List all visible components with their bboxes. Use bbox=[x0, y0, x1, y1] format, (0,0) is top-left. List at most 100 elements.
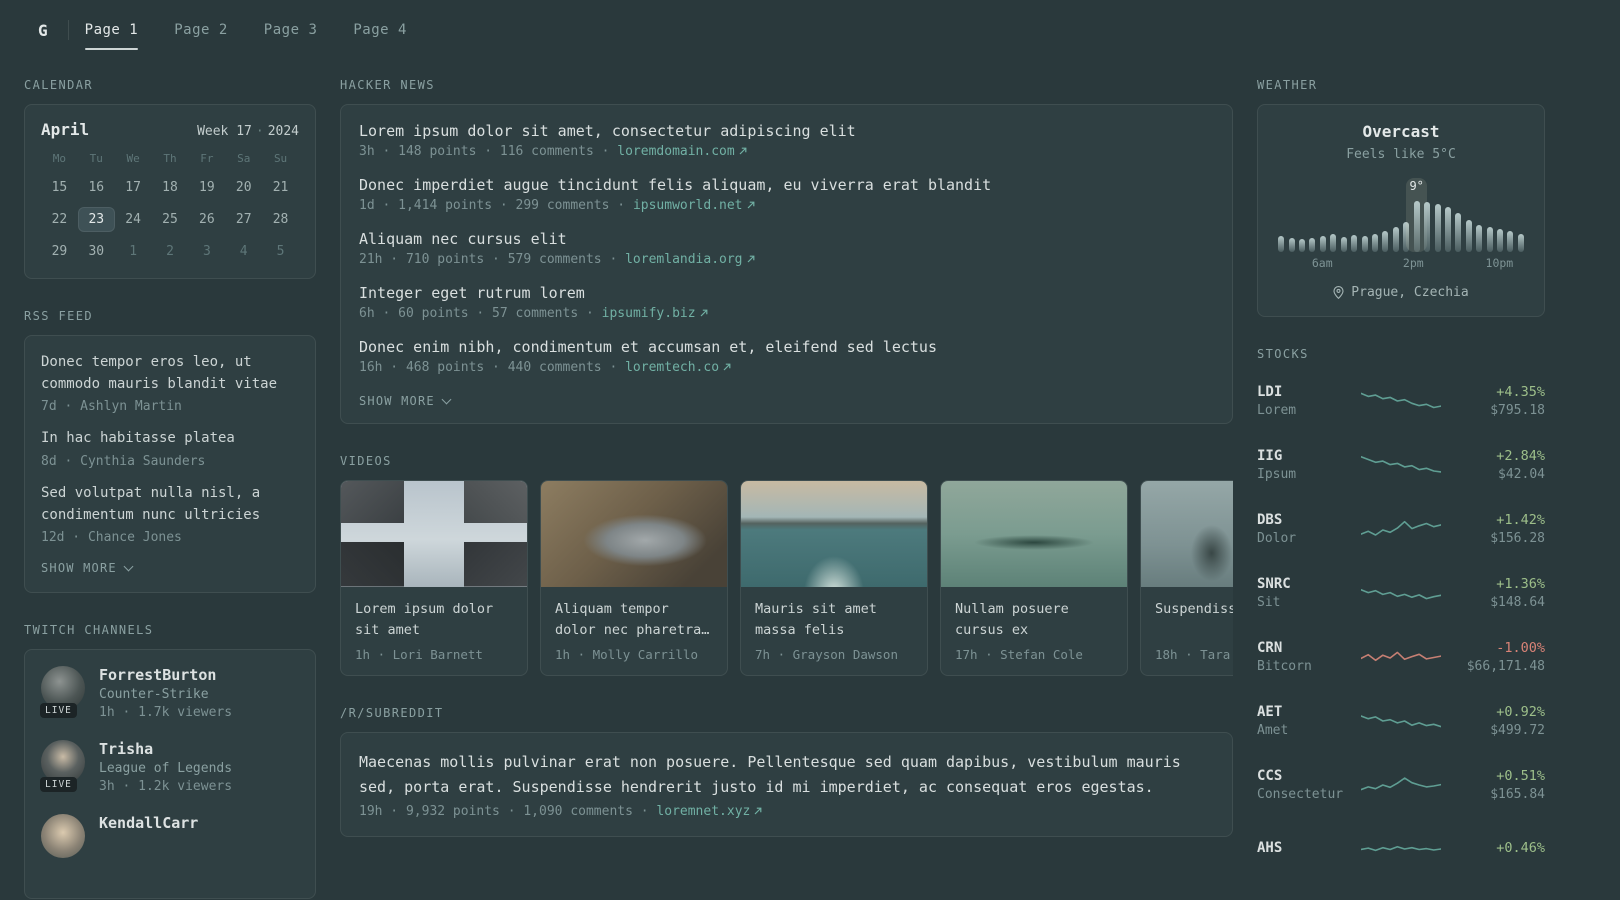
middle-column: HACKER NEWS Lorem ipsum dolor sit amet, … bbox=[340, 78, 1233, 867]
video-thumbnail[interactable] bbox=[741, 481, 927, 587]
reddit-post-domain[interactable]: loremnet.xyz bbox=[656, 804, 750, 819]
hackernews-item-domain[interactable]: loremdomain.com bbox=[617, 144, 734, 159]
rss-item: Donec tempor eros leo, ut commodo mauris… bbox=[41, 352, 299, 414]
external-link-icon bbox=[747, 198, 755, 213]
rss-card: Donec tempor eros leo, ut commodo mauris… bbox=[24, 335, 316, 594]
video-card[interactable]: Suspendisse diam 18h · Tara bbox=[1140, 480, 1233, 676]
calendar-day: 25 bbox=[162, 212, 178, 227]
hackernews-item-stats: 6h · 60 points · 57 comments · bbox=[359, 306, 594, 321]
location-pin-icon bbox=[1333, 286, 1344, 299]
stock-name: Amet bbox=[1257, 723, 1289, 738]
rss-show-more-label: SHOW MORE bbox=[41, 561, 117, 576]
channel-game: League of Legends bbox=[99, 761, 233, 777]
video-row: Lorem ipsum dolor sit amet consectetu… 1… bbox=[340, 480, 1233, 676]
hackernews-item-domain[interactable]: ipsumify.biz bbox=[602, 306, 696, 321]
rss-item-title[interactable]: Donec tempor eros leo, ut commodo mauris… bbox=[41, 352, 299, 395]
subreddit-widget: /R/SUBREDDIT Maecenas mollis pulvinar er… bbox=[340, 706, 1233, 837]
video-title[interactable]: Aliquam tempor dolor nec pharetra… bbox=[555, 599, 713, 641]
hackernews-item-title[interactable]: Donec imperdiet augue tincidunt felis al… bbox=[359, 176, 1214, 194]
video-card[interactable]: Aliquam tempor dolor nec pharetra… 1h · … bbox=[540, 480, 728, 676]
calendar-dow: Fr bbox=[200, 152, 214, 165]
tab-page-2[interactable]: Page 2 bbox=[174, 22, 228, 38]
video-card[interactable]: Mauris sit amet massa felis 7h · Grayson… bbox=[740, 480, 928, 676]
weather-location: Prague, Czechia bbox=[1274, 285, 1528, 300]
tab-page-1[interactable]: Page 1 bbox=[84, 22, 139, 50]
twitch-channel[interactable]: LIVE Trisha League of Legends 3h · 1.2k … bbox=[40, 740, 299, 794]
weather-location-text: Prague, Czechia bbox=[1351, 285, 1469, 300]
rss-item-title[interactable]: Sed volutpat nulla nisl, a condimentum n… bbox=[41, 483, 299, 526]
rss-item-meta: 12d · Chance Jones bbox=[41, 530, 182, 546]
stock-change: -1.00% bbox=[1496, 640, 1545, 656]
subreddit-card: Maecenas mollis pulvinar erat non posuer… bbox=[340, 732, 1233, 837]
rss-show-more-button[interactable]: SHOW MORE bbox=[41, 561, 134, 576]
weather-time-labels: 6am 2pm 10pm bbox=[1278, 256, 1524, 273]
external-link-icon bbox=[700, 306, 708, 321]
weather-bar bbox=[1319, 178, 1326, 252]
hackernews-item-domain[interactable]: loremtech.co bbox=[625, 360, 719, 375]
tab-page-3[interactable]: Page 3 bbox=[264, 22, 318, 38]
video-thumbnail[interactable] bbox=[1141, 481, 1233, 587]
avatar bbox=[41, 814, 85, 862]
dashboard: CALENDAR April Week 17 · 2024 Mo Tu We Th … bbox=[0, 60, 1620, 900]
twitch-channel[interactable]: KendallCarr bbox=[41, 814, 299, 862]
hackernews-item-meta: 16h · 468 points · 440 comments · loremt… bbox=[359, 360, 1214, 375]
hackernews-item: Integer eget rutrum lorem 6h · 60 points… bbox=[359, 284, 1214, 321]
video-title[interactable]: Nullam posuere cursus ex bbox=[955, 599, 1113, 641]
video-title[interactable]: Lorem ipsum dolor sit amet consectetu… bbox=[355, 599, 513, 641]
stock-name: Dolor bbox=[1257, 531, 1297, 546]
calendar-dow: Mo bbox=[52, 152, 67, 165]
weather-bar bbox=[1351, 178, 1358, 252]
hackernews-item-title[interactable]: Lorem ipsum dolor sit amet, consectetur … bbox=[359, 122, 1214, 140]
video-card[interactable]: Nullam posuere cursus ex 17h · Stefan Co… bbox=[940, 480, 1128, 676]
video-title[interactable]: Mauris sit amet massa felis bbox=[755, 599, 913, 641]
logo[interactable]: G bbox=[38, 21, 48, 40]
hackernews-item-title[interactable]: Integer eget rutrum lorem bbox=[359, 284, 1214, 302]
hackernews-item-domain[interactable]: loremlandia.org bbox=[625, 252, 742, 267]
hackernews-item-stats: 1d · 1,414 points · 299 comments · bbox=[359, 198, 626, 213]
calendar-month: April bbox=[41, 120, 90, 139]
videos-widget: VIDEOS Lorem ipsum dolor sit amet consec… bbox=[340, 454, 1233, 676]
video-title[interactable]: Suspendisse diam bbox=[1155, 599, 1233, 641]
stock-change: +0.51% bbox=[1496, 768, 1545, 784]
stock-price: $42.04 bbox=[1498, 467, 1545, 482]
stock-ticker: LDI bbox=[1257, 384, 1283, 400]
tab-page-4[interactable]: Page 4 bbox=[353, 22, 407, 38]
avatar: LIVE bbox=[40, 740, 85, 793]
twitch-section-title: TWITCH CHANNELS bbox=[24, 623, 154, 638]
hackernews-section-title: HACKER NEWS bbox=[340, 78, 435, 92]
twitch-channel[interactable]: LIVE ForrestBurton Counter-Strike 1h · 1… bbox=[40, 666, 299, 721]
channel-name[interactable]: KendallCarr bbox=[99, 814, 198, 832]
calendar-header: April Week 17 · 2024 bbox=[41, 120, 299, 139]
weather-condition: Overcast bbox=[1362, 122, 1440, 141]
hackernews-item-meta: 1d · 1,414 points · 299 comments · ipsum… bbox=[359, 198, 1214, 213]
reddit-post-title[interactable]: Maecenas mollis pulvinar erat non posuer… bbox=[359, 750, 1214, 800]
hackernews-show-more-label: SHOW MORE bbox=[359, 394, 435, 408]
videos-section-title: VIDEOS bbox=[340, 454, 392, 468]
channel-meta: 1h · 1.7k viewers bbox=[99, 705, 233, 721]
stock-price: $66,171.48 bbox=[1466, 659, 1545, 674]
weather-chart: 9° bbox=[1278, 178, 1524, 252]
weather-bar bbox=[1424, 178, 1431, 252]
channel-name[interactable]: ForrestBurton bbox=[99, 666, 232, 684]
weather-bar bbox=[1465, 178, 1472, 252]
calendar-week-separator: · bbox=[255, 124, 264, 139]
hackernews-item-domain[interactable]: ipsumworld.net bbox=[633, 198, 743, 213]
video-card[interactable]: Lorem ipsum dolor sit amet consectetu… 1… bbox=[340, 480, 528, 676]
stock-change: +1.36% bbox=[1496, 576, 1545, 592]
calendar-day: 24 bbox=[125, 212, 141, 227]
video-thumbnail[interactable] bbox=[341, 481, 527, 587]
channel-name[interactable]: Trisha bbox=[99, 740, 232, 758]
stock-sparkline bbox=[1361, 450, 1441, 480]
hackernews-item-title[interactable]: Donec enim nibh, condimentum et accumsan… bbox=[359, 338, 1214, 356]
video-thumbnail[interactable] bbox=[541, 481, 727, 587]
video-thumbnail[interactable] bbox=[941, 481, 1127, 587]
hackernews-item: Aliquam nec cursus elit 21h · 710 points… bbox=[359, 230, 1214, 267]
weather-time: 2pm bbox=[1402, 256, 1424, 270]
chevron-down-icon bbox=[441, 394, 452, 404]
hackernews-show-more-button[interactable]: SHOW MORE bbox=[359, 394, 452, 408]
rss-item-title[interactable]: In hac habitasse platea bbox=[41, 428, 299, 450]
calendar-day: 19 bbox=[199, 180, 215, 195]
hackernews-item-title[interactable]: Aliquam nec cursus elit bbox=[359, 230, 1214, 248]
stock-row: LDI Lorem +4.35% $795.18 bbox=[1257, 373, 1545, 429]
weather-bar bbox=[1392, 178, 1399, 252]
